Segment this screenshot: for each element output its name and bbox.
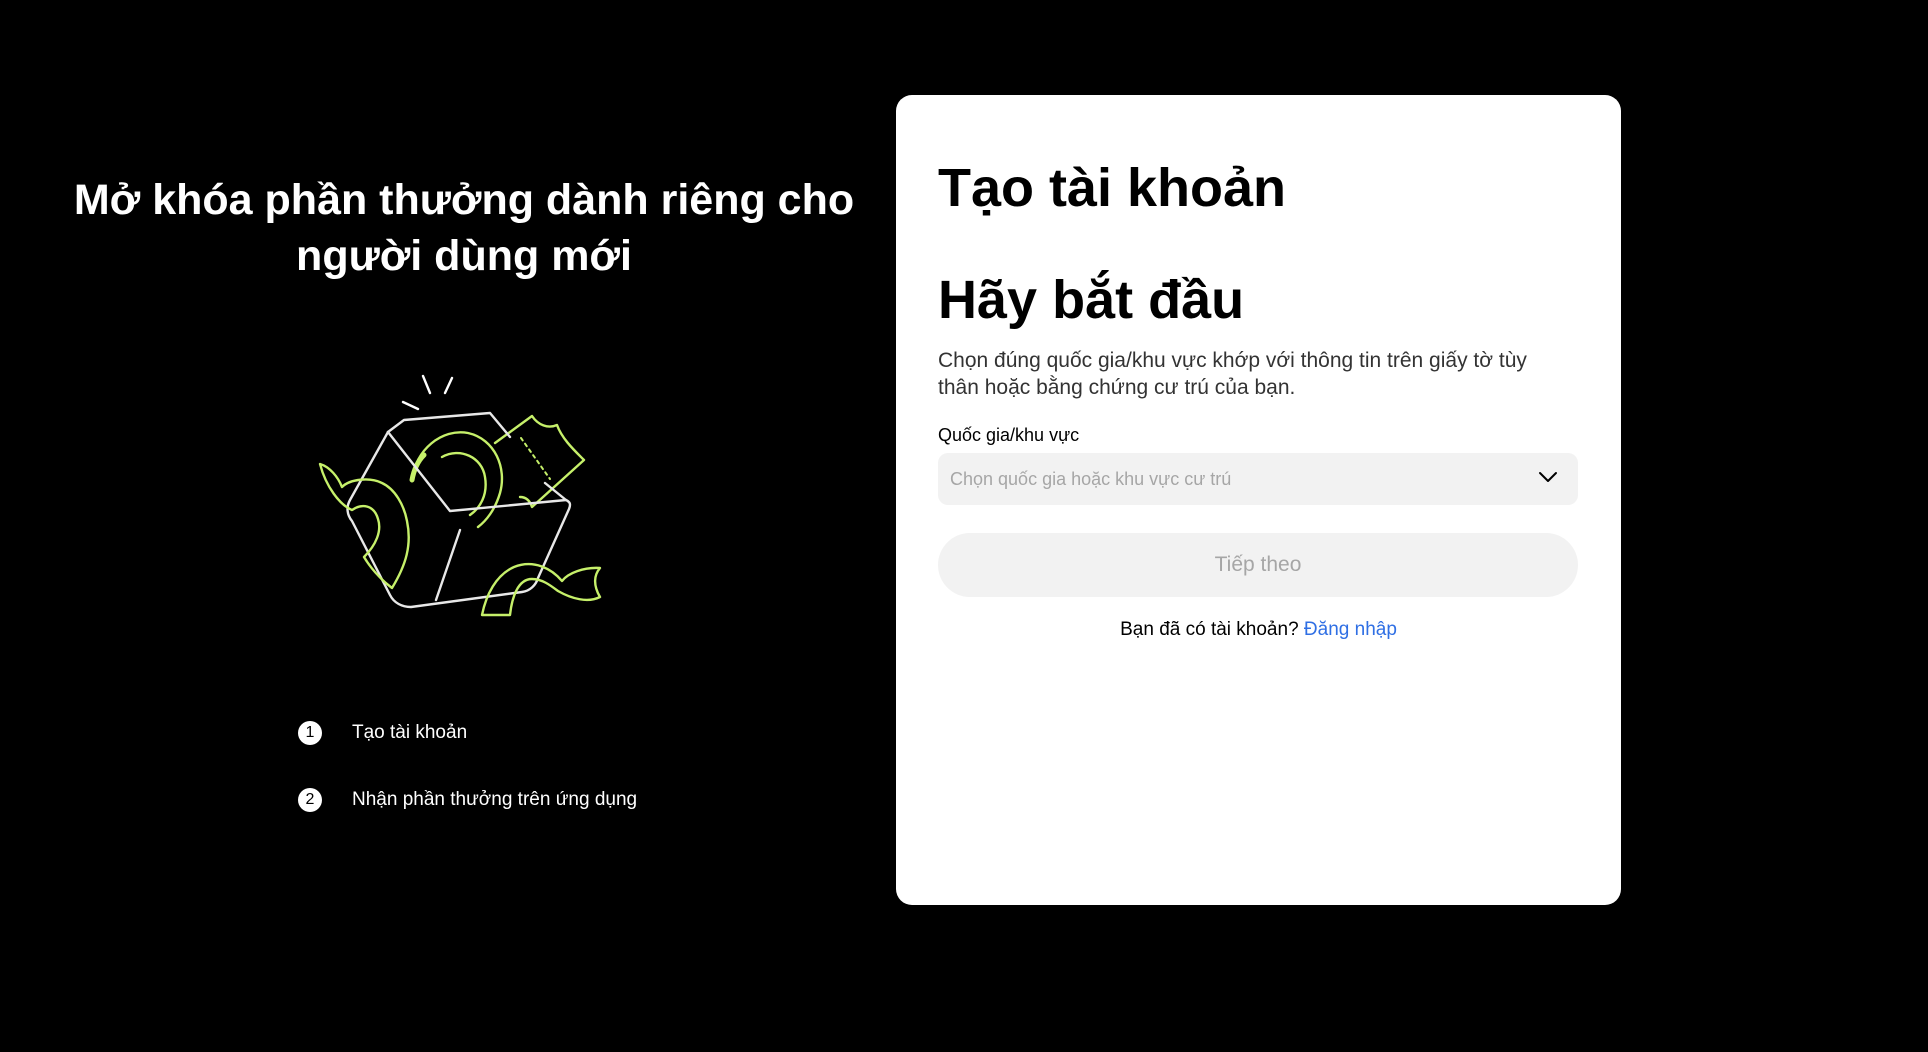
step-number-badge: 1 [298, 721, 322, 745]
login-link[interactable]: Đăng nhập [1304, 619, 1397, 640]
country-select-placeholder: Chọn quốc gia hoặc khu vực cư trú [950, 468, 1232, 489]
step-label: Nhận phần thưởng trên ứng dụng [352, 789, 638, 810]
chevron-down-icon [1538, 470, 1558, 488]
login-prompt-text: Bạn đã có tài khoản? [1120, 619, 1299, 640]
country-field-label: Quốc gia/khu vực [938, 425, 1080, 445]
steps-list: 1 Tạo tài khoản 2 Nhận phần thưởng trên … [298, 718, 637, 852]
signup-page: Mở khóa phần thưởng dành riêng cho người… [0, 0, 1928, 1052]
step-item: 2 Nhận phần thưởng trên ứng dụng [298, 785, 637, 815]
country-select[interactable]: Chọn quốc gia hoặc khu vực cư trú [938, 453, 1578, 505]
promo-title: Mở khóa phần thưởng dành riêng cho người… [73, 176, 855, 280]
promo-panel: Mở khóa phần thưởng dành riêng cho người… [0, 0, 928, 1052]
gift-box-icon [300, 365, 630, 630]
form-description: Chọn đúng quốc gia/khu vực khớp với thôn… [938, 349, 1527, 399]
step-number-badge: 2 [298, 788, 322, 812]
step-item: 1 Tạo tài khoản [298, 718, 637, 748]
step-label: Tạo tài khoản [352, 722, 468, 743]
login-prompt-row: Bạn đã có tài khoản? Đăng nhập [896, 619, 1621, 641]
section-heading: Hãy bắt đầu [938, 270, 1245, 330]
page-title: Tạo tài khoản [938, 158, 1287, 218]
next-button[interactable]: Tiếp theo [938, 533, 1578, 597]
signup-card: Tạo tài khoản Hãy bắt đầu Chọn đúng quốc… [896, 95, 1621, 905]
